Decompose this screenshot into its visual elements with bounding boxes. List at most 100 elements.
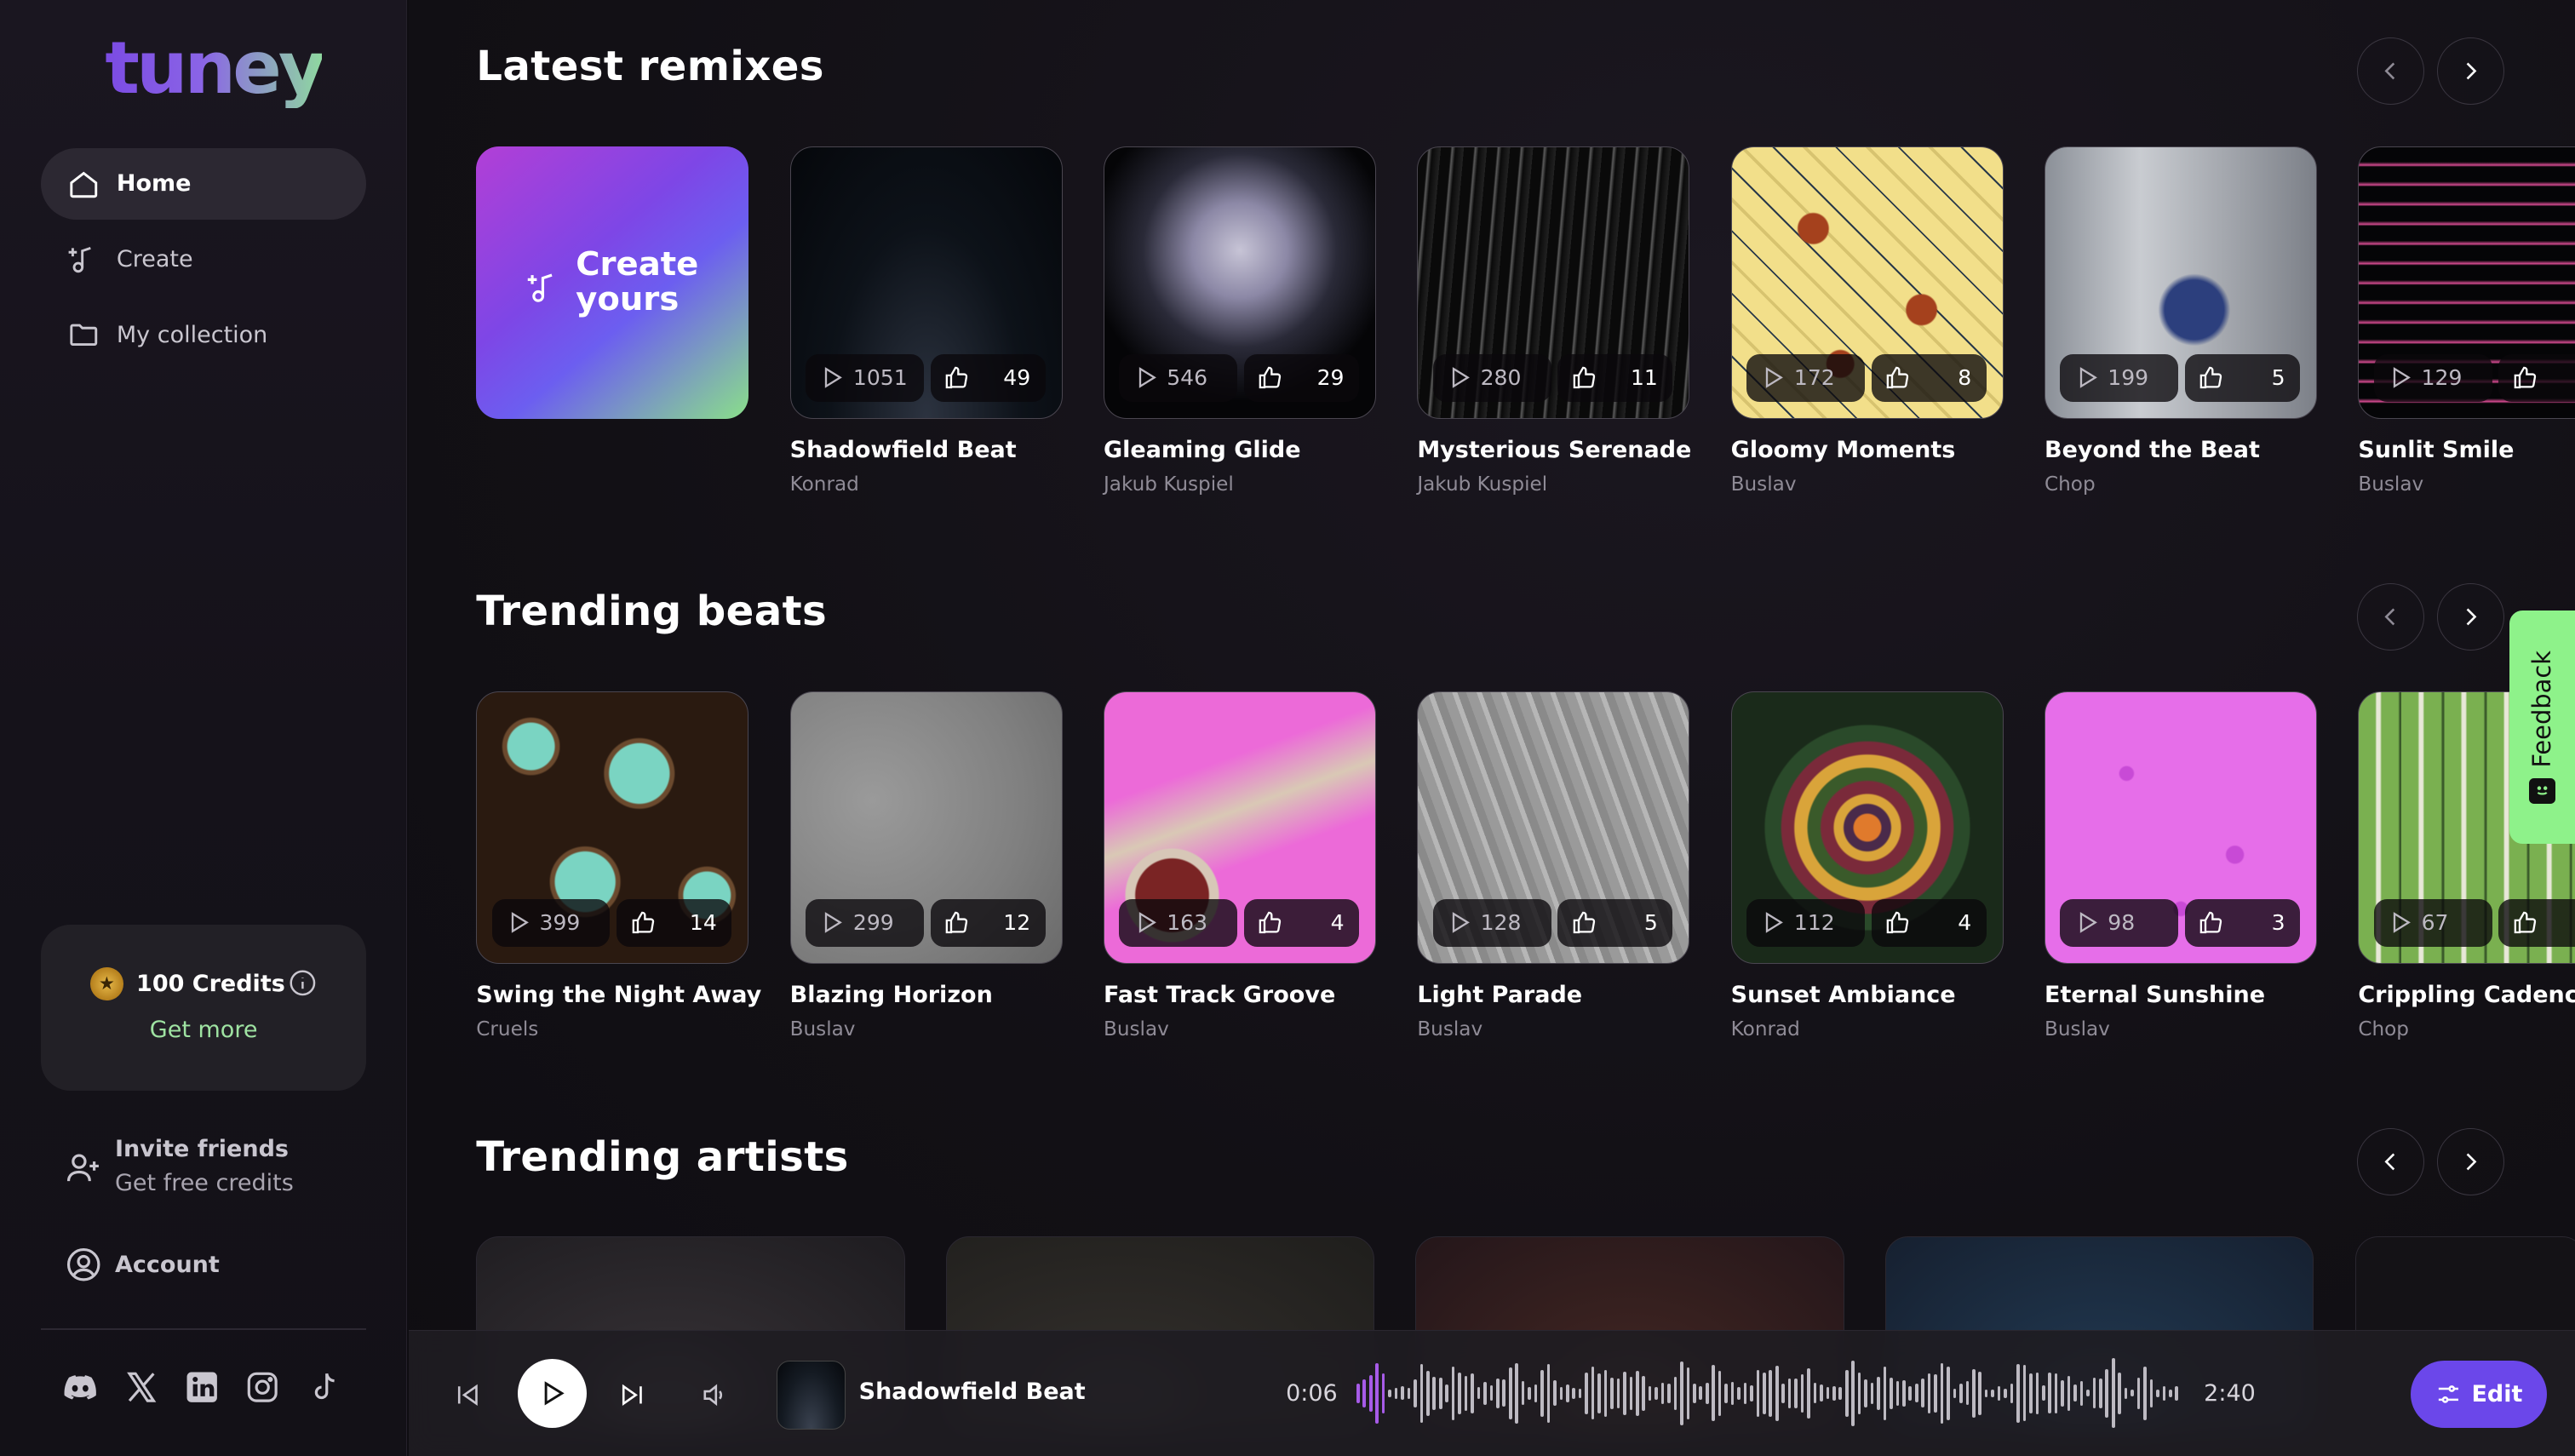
like-button[interactable]: 5 — [1557, 898, 1673, 947]
track-artist[interactable]: Cruels — [476, 1018, 748, 1040]
get-more-link[interactable]: Get more — [41, 1017, 366, 1043]
track-artist[interactable]: Buslav — [1731, 473, 2004, 496]
track-cover[interactable]: 172 8 — [1730, 146, 2004, 419]
track-cover[interactable]: 546 29 — [1103, 146, 1377, 419]
track-artist[interactable]: Konrad — [1731, 1018, 2004, 1040]
track-artist[interactable]: Konrad — [790, 473, 1063, 496]
track-title[interactable]: Shadowfield Beat — [790, 437, 1063, 463]
tiktok-icon[interactable] — [306, 1368, 341, 1407]
like-button[interactable]: 8 — [1871, 353, 1987, 402]
track-title[interactable]: Swing the Night Away — [476, 982, 761, 1008]
track-artist[interactable]: Chop — [2358, 1018, 2575, 1040]
create-yours-card[interactable]: Create yours — [476, 146, 749, 496]
feedback-tab[interactable]: Feedback — [2509, 610, 2575, 845]
trending-artists-prev-button[interactable] — [2356, 1127, 2424, 1195]
track-title[interactable]: Mysterious Serenade — [1417, 437, 1691, 463]
track-title[interactable]: Fast Track Groove — [1104, 982, 1376, 1008]
track-cover[interactable]: 129 4 — [2358, 146, 2575, 419]
track-cover[interactable]: 199 5 — [2045, 146, 2318, 419]
track-cover[interactable]: 299 12 — [789, 691, 1063, 965]
like-button[interactable]: 14 — [617, 898, 732, 947]
now-playing-title[interactable]: Shadowfield Beat — [859, 1379, 1086, 1405]
track-artist[interactable]: Chop — [2045, 473, 2317, 496]
track-card[interactable]: 280 11 Mysterious Serenade Jakub Kuspiel — [1417, 146, 1691, 496]
nav-item-create[interactable]: Create — [41, 223, 366, 295]
track-title[interactable]: Blazing Horizon — [790, 982, 1063, 1008]
instagram-icon[interactable] — [244, 1368, 280, 1407]
invite-friends[interactable]: Invite friends Get free credits — [66, 1133, 294, 1202]
play-count: 399 — [491, 898, 611, 947]
linkedin-icon[interactable] — [184, 1368, 220, 1407]
track-artist[interactable]: Jakub Kuspiel — [1417, 473, 1689, 496]
tuney-logo[interactable]: tuney — [105, 29, 325, 109]
track-title[interactable]: Crippling Cadence — [2358, 982, 2575, 1008]
volume-button[interactable] — [698, 1379, 731, 1412]
track-card[interactable]: 172 8 Gloomy Moments Buslav — [1730, 146, 2004, 496]
track-cover[interactable]: 98 3 — [2045, 691, 2318, 965]
waveform-bar — [1959, 1383, 1963, 1403]
trending-beats-next-button[interactable] — [2437, 582, 2505, 651]
section-title-trending-artists: Trending artists — [476, 1132, 849, 1181]
discord-icon[interactable] — [62, 1368, 98, 1407]
track-title[interactable]: Light Parade — [1417, 982, 1689, 1008]
track-card[interactable]: 129 4 Sunlit Smile Buslav — [2358, 146, 2575, 496]
track-artist[interactable]: Buslav — [2358, 473, 2575, 496]
track-cover[interactable]: 1051 49 — [789, 146, 1063, 419]
next-track-button[interactable] — [616, 1379, 649, 1412]
like-button[interactable]: 3 — [2184, 898, 2300, 947]
track-card[interactable]: 199 5 Beyond the Beat Chop — [2045, 146, 2318, 496]
track-title[interactable]: Gloomy Moments — [1731, 437, 2004, 463]
track-card[interactable]: 299 12 Blazing Horizon Buslav — [789, 691, 1063, 1040]
track-card[interactable]: 98 3 Eternal Sunshine Buslav — [2045, 691, 2318, 1040]
track-title[interactable]: Eternal Sunshine — [2045, 982, 2317, 1008]
track-card[interactable]: 546 29 Gleaming Glide Jakub Kuspiel — [1103, 146, 1377, 496]
like-button[interactable]: 5 — [2498, 898, 2575, 947]
like-button[interactable]: 5 — [2184, 353, 2300, 402]
track-artist[interactable]: Buslav — [790, 1018, 1063, 1040]
track-title[interactable]: Sunset Ambiance — [1731, 982, 2004, 1008]
nav-item-home[interactable]: Home — [41, 147, 367, 221]
track-card[interactable]: 112 4 Sunset Ambiance Konrad — [1730, 691, 2004, 1040]
like-button[interactable]: 12 — [930, 898, 1046, 947]
track-title[interactable]: Sunlit Smile — [2358, 437, 2575, 463]
like-button[interactable]: 11 — [1557, 353, 1673, 402]
waveform-bar — [1534, 1384, 1538, 1402]
track-artist[interactable]: Jakub Kuspiel — [1104, 473, 1376, 496]
track-cover[interactable]: 128 5 — [1417, 691, 1690, 965]
track-cover[interactable]: 163 4 — [1103, 691, 1377, 965]
edit-button[interactable]: Edit — [2411, 1360, 2548, 1428]
x-icon[interactable] — [123, 1368, 159, 1407]
track-artist[interactable]: Buslav — [1417, 1018, 1689, 1040]
track-cover[interactable]: 399 14 — [476, 691, 749, 965]
like-button[interactable]: 29 — [1243, 353, 1359, 402]
latest-next-button[interactable] — [2437, 37, 2505, 106]
track-cover[interactable]: 112 4 — [1730, 691, 2004, 965]
play-button[interactable] — [517, 1358, 587, 1428]
track-artist[interactable]: Buslav — [1104, 1018, 1376, 1040]
nav-item-my-collection[interactable]: My collection — [41, 299, 366, 371]
add-user-icon — [67, 1154, 100, 1182]
latest-prev-button[interactable] — [2356, 37, 2424, 106]
track-title[interactable]: Beyond the Beat — [2045, 437, 2317, 463]
like-button[interactable]: 49 — [930, 353, 1046, 402]
trending-beats-prev-button[interactable] — [2356, 582, 2424, 651]
like-button[interactable]: 4 — [2498, 353, 2575, 402]
track-card[interactable]: 399 14 Swing the Night Away Cruels — [476, 691, 761, 1040]
trending-artists-next-button[interactable] — [2437, 1127, 2505, 1195]
create-yours-tile[interactable]: Create yours — [476, 146, 749, 419]
previous-track-button[interactable] — [451, 1379, 485, 1412]
track-card[interactable]: 163 4 Fast Track Groove Buslav — [1103, 691, 1377, 1040]
thumbs-up-icon — [1886, 912, 1909, 934]
waveform-scrubber[interactable] — [1356, 1350, 2179, 1436]
track-artist[interactable]: Buslav — [2045, 1018, 2317, 1040]
info-icon[interactable] — [289, 969, 317, 997]
like-button[interactable]: 4 — [1243, 898, 1359, 947]
like-button[interactable]: 4 — [1871, 898, 1987, 947]
track-card[interactable]: 128 5 Light Parade Buslav — [1417, 691, 1690, 1040]
waveform-bar — [1401, 1386, 1404, 1401]
account-link[interactable]: Account — [66, 1247, 220, 1282]
track-title[interactable]: Gleaming Glide — [1104, 437, 1376, 463]
play-count: 129 — [2373, 353, 2492, 402]
track-cover[interactable]: 280 11 — [1417, 146, 1690, 419]
track-card[interactable]: 1051 49 Shadowfield Beat Konrad — [789, 146, 1063, 496]
